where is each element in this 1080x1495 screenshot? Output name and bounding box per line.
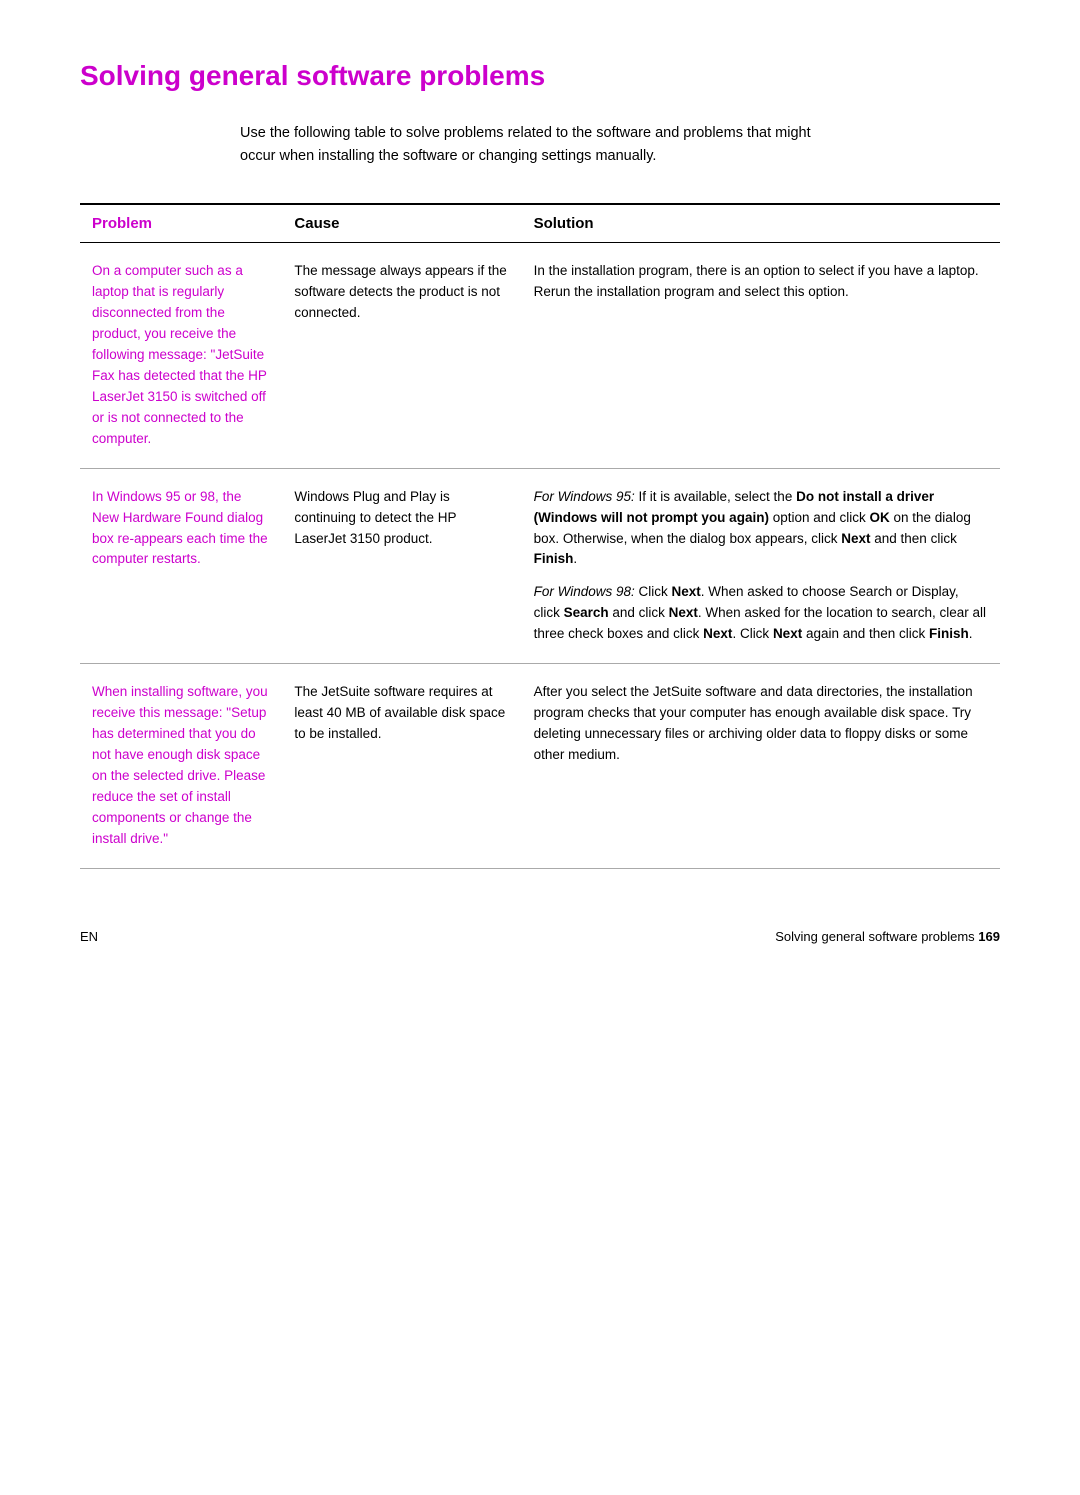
footer-right: Solving general software problems 169: [775, 929, 1000, 944]
cause-text-3: The JetSuite software requires at least …: [294, 684, 505, 741]
table-row: When installing software, you receive th…: [80, 664, 1000, 868]
cause-cell-1: The message always appears if the softwa…: [282, 243, 521, 468]
problems-table: Problem Cause Solution On a computer suc…: [80, 203, 1000, 868]
column-header-problem: Problem: [80, 204, 282, 243]
table-header-row: Problem Cause Solution: [80, 204, 1000, 243]
solution-text-2b: For Windows 98: Click Next. When asked t…: [534, 582, 988, 645]
footer-page-number: 169: [978, 929, 1000, 944]
solution-text-2a: For Windows 95: If it is available, sele…: [534, 487, 988, 571]
intro-paragraph: Use the following table to solve problem…: [240, 122, 840, 168]
page-title: Solving general software problems: [80, 60, 1000, 92]
solution-text-3: After you select the JetSuite software a…: [534, 682, 988, 766]
column-header-cause: Cause: [282, 204, 521, 243]
problem-text-3: When installing software, you receive th…: [92, 684, 268, 845]
table-row: On a computer such as a laptop that is r…: [80, 243, 1000, 468]
footer-right-text: Solving general software problems: [775, 929, 974, 944]
solution-text-1: In the installation program, there is an…: [534, 261, 988, 303]
table-row: In Windows 95 or 98, the New Hardware Fo…: [80, 468, 1000, 663]
column-header-solution: Solution: [522, 204, 1000, 243]
solution-cell-2: For Windows 95: If it is available, sele…: [522, 468, 1000, 663]
page-footer: EN Solving general software problems 169: [80, 929, 1000, 944]
problem-text-1: On a computer such as a laptop that is r…: [92, 263, 267, 445]
cause-cell-2: Windows Plug and Play is continuing to d…: [282, 468, 521, 663]
problem-cell-2: In Windows 95 or 98, the New Hardware Fo…: [80, 468, 282, 663]
cause-text-2: Windows Plug and Play is continuing to d…: [294, 489, 456, 546]
solution-cell-1: In the installation program, there is an…: [522, 243, 1000, 468]
problem-cell-3: When installing software, you receive th…: [80, 664, 282, 868]
footer-left: EN: [80, 929, 98, 944]
problem-cell-1: On a computer such as a laptop that is r…: [80, 243, 282, 468]
solution-cell-3: After you select the JetSuite software a…: [522, 664, 1000, 868]
problem-text-2: In Windows 95 or 98, the New Hardware Fo…: [92, 489, 268, 567]
cause-cell-3: The JetSuite software requires at least …: [282, 664, 521, 868]
cause-text-1: The message always appears if the softwa…: [294, 263, 506, 320]
